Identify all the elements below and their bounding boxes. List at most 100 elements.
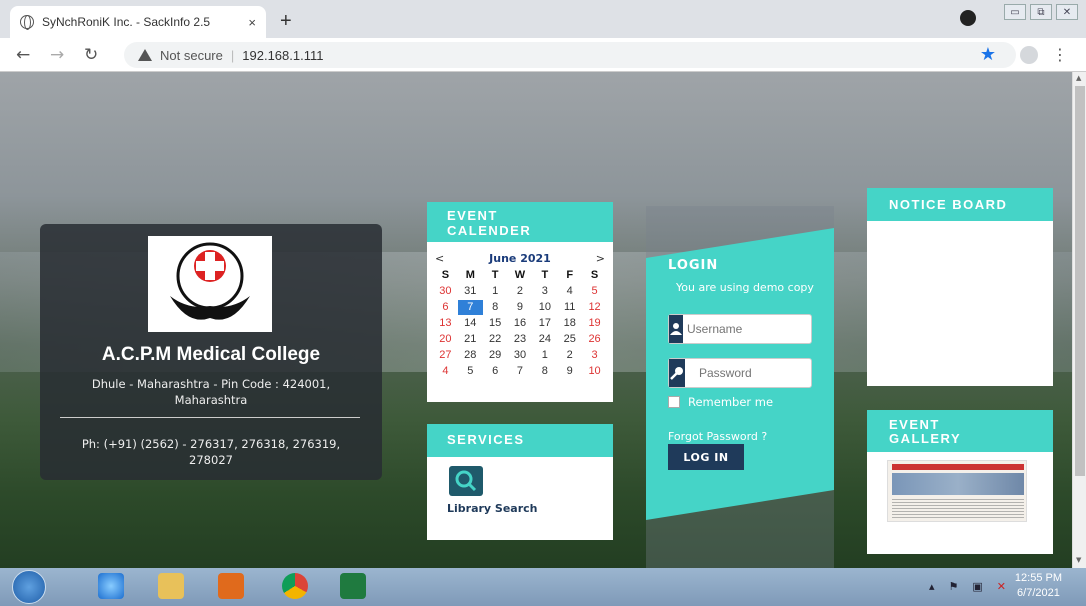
url-bar[interactable]: Not secure | 192.168.1.111 [124,42,1016,68]
browser-tab[interactable]: SyNchRoniK Inc. - SackInfo 2.5 × [10,6,266,38]
calendar-day[interactable]: 18 [557,316,582,331]
scroll-thumb[interactable] [1075,86,1085,476]
forgot-password-link[interactable]: Forgot Password ? [668,430,767,443]
calendar-weekday: F [566,269,574,281]
calendar-day[interactable]: 19 [582,316,607,331]
extension-icon[interactable] [960,10,976,26]
calendar-day[interactable]: 10 [532,300,557,315]
login-button[interactable]: LOG IN [668,444,744,470]
calendar-day[interactable]: 9 [557,364,582,379]
media-player-icon[interactable] [218,573,244,599]
calendar-day[interactable]: 31 [458,284,483,299]
remember-me[interactable]: Remember me [668,395,773,409]
calendar-day[interactable]: 3 [532,284,557,299]
network-icon[interactable]: ▣ [972,580,982,593]
event-gallery-title: EVENT GALLERY [867,410,1053,452]
taskbar-clock[interactable]: 12:55 PM 6/7/2021 [1015,571,1062,601]
system-tray: ▴ ⚑ ▣ ✕ [929,580,1006,593]
calendar-day[interactable]: 1 [483,284,508,299]
news-headline-strip [892,464,1024,470]
calendar-day[interactable]: 11 [557,300,582,315]
close-window-button[interactable]: ✕ [1056,4,1078,20]
calendar-weekday: M [465,269,475,281]
maximize-button[interactable]: ⧉ [1030,4,1052,20]
calendar-month-nav: < June 2021 > [435,252,605,265]
next-month-button[interactable]: > [596,252,605,265]
calendar-day[interactable]: 7 [457,300,483,315]
calendar-day[interactable]: 1 [532,348,557,363]
bookmark-star-icon[interactable]: ★ [980,44,996,65]
excel-icon[interactable] [340,573,366,599]
browser-tab-bar: SyNchRoniK Inc. - SackInfo 2.5 × + ▭ ⧉ ✕ [0,0,1086,38]
minimize-button[interactable]: ▭ [1004,4,1026,20]
tray-arrow-icon[interactable]: ▴ [929,580,935,593]
calendar-day[interactable]: 8 [483,300,508,315]
back-arrow-icon[interactable]: ← [16,45,30,65]
calendar-day[interactable]: 8 [532,364,557,379]
calendar-day[interactable]: 4 [557,284,582,299]
password-field[interactable] [668,358,854,388]
calendar-day[interactable]: 7 [508,364,533,379]
calendar-day[interactable]: 20 [433,332,458,347]
calendar-day[interactable]: 2 [508,284,533,299]
calendar-day[interactable]: 23 [508,332,533,347]
calendar-day[interactable]: 30 [508,348,533,363]
calendar-day[interactable]: 3 [582,348,607,363]
college-card: A.C.P.M Medical College Dhule - Maharash… [40,224,382,480]
calendar-day[interactable]: 2 [557,348,582,363]
event-calendar-title-line2: CALENDER [447,223,532,238]
url-text: 192.168.1.111 [242,47,324,63]
profile-icon[interactable] [1020,46,1038,64]
calendar-day[interactable]: 24 [532,332,557,347]
calendar-day[interactable]: 21 [458,332,483,347]
calendar-day[interactable]: 22 [483,332,508,347]
start-button[interactable] [12,570,46,604]
calendar-day[interactable]: 9 [508,300,533,315]
scroll-down-icon[interactable]: ▼ [1076,556,1081,564]
calendar-day[interactable]: 16 [508,316,533,331]
calendar-day[interactable]: 4 [433,364,458,379]
calendar-day[interactable]: 27 [433,348,458,363]
close-tab-icon[interactable]: × [248,15,256,30]
calendar-day[interactable]: 14 [458,316,483,331]
reload-icon[interactable]: ↻ [84,45,98,65]
calendar-day[interactable]: 29 [483,348,508,363]
gallery-newspaper-image[interactable] [887,460,1027,522]
event-calendar-panel: EVENT CALENDER < June 2021 > S M T W T F S 30 31… [427,202,613,402]
library-search-link[interactable]: Library Search [447,502,538,515]
calendar-day[interactable]: 17 [532,316,557,331]
username-field[interactable] [668,314,842,344]
calendar-day[interactable]: 26 [582,332,607,347]
chrome-icon[interactable] [282,573,308,599]
calendar-day[interactable]: 5 [458,364,483,379]
calendar-day[interactable]: 5 [582,284,607,299]
calendar-day[interactable]: 10 [582,364,607,379]
password-input[interactable] [685,359,854,387]
library-search-icon[interactable] [449,466,483,496]
menu-kebab-icon[interactable]: ⋮ [1052,45,1068,64]
volume-muted-icon[interactable]: ✕ [997,580,1006,593]
calendar-day[interactable]: 12 [582,300,607,315]
calendar-day[interactable]: 25 [557,332,582,347]
scroll-up-icon[interactable]: ▲ [1076,74,1081,82]
calendar-day[interactable]: 6 [433,300,458,315]
username-input[interactable] [683,315,842,343]
flag-icon[interactable]: ⚑ [949,580,959,593]
forward-arrow-icon[interactable]: → [50,45,64,65]
tab-title: SyNchRoniK Inc. - SackInfo 2.5 [42,15,211,29]
prev-month-button[interactable]: < [435,252,444,265]
new-tab-button[interactable]: + [280,10,292,33]
calendar-day[interactable]: 28 [458,348,483,363]
calendar-day[interactable]: 13 [433,316,458,331]
calendar-day[interactable]: 6 [483,364,508,379]
calendar-weekday: W [514,269,526,281]
calendar-grid: S M T W T F S 30 31 1 2 3 4 5 6 7 8 9 10 11 12 13 14 15 16 17 18 19… [433,268,607,379]
folder-icon[interactable] [158,573,184,599]
calendar-weekday: T [491,269,499,281]
college-phone: Ph: (+91) (2562) - 276317, 276318, 27631… [81,437,341,467]
calendar-day[interactable]: 30 [433,284,458,299]
page-scrollbar[interactable]: ▲ ▼ [1072,72,1086,568]
remember-checkbox[interactable] [668,396,680,408]
calendar-day[interactable]: 15 [483,316,508,331]
ie-icon[interactable] [98,573,124,599]
